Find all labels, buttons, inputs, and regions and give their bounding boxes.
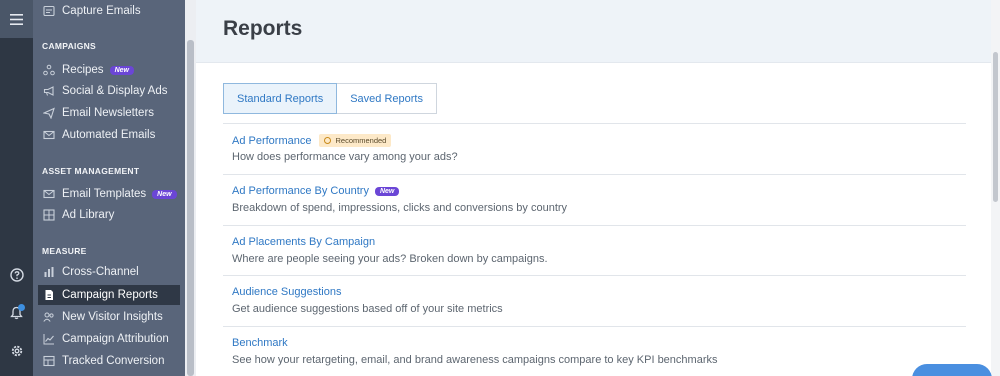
sidebar-item-capture-emails[interactable]: Capture Emails [33,1,185,21]
sidebar-item-label: Capture Emails [62,5,141,17]
sidebar-item-tracked-conversion[interactable]: Tracked Conversion [33,351,185,371]
sidebar-item-label: Email Templates [62,188,147,200]
table-icon [42,355,55,368]
sidebar-item-new-visitor-insights[interactable]: New Visitor Insights [33,307,185,327]
report-icon [42,289,55,302]
report-item[interactable]: Ad Performance By Country New Breakdown … [223,174,966,225]
envelope-icon [42,188,55,201]
report-item[interactable]: Benchmark See how your retargeting, emai… [223,326,966,376]
new-badge: New [109,65,134,75]
tab-saved-reports[interactable]: Saved Reports [337,83,437,114]
help-icon[interactable] [0,262,33,288]
sidebar-item-ad-library[interactable]: Ad Library [33,205,185,225]
sidebar-item-social-display-ads[interactable]: Social & Display Ads [33,81,185,101]
section-heading-campaigns: CAMPAIGNS [42,41,97,51]
sidebar-item-email-templates[interactable]: Email Templates New [33,184,185,204]
sidebar-item-label: Recipes [62,64,104,76]
sidebar-item-label: Automated Emails [62,129,156,141]
report-title-link[interactable]: Audience Suggestions [232,286,341,298]
sidebar-item-automated-emails[interactable]: Automated Emails [33,125,185,145]
help-chat-button[interactable] [912,364,992,376]
sidebar: Capture Emails CAMPAIGNS Recipes New Soc… [33,0,185,376]
menu-toggle[interactable] [0,0,33,38]
report-description: See how your retargeting, email, and bra… [232,354,718,366]
main-content: Reports Standard Reports Saved Reports A… [196,0,991,376]
report-title-link[interactable]: Ad Placements By Campaign [232,236,375,248]
report-description: Breakdown of spend, impressions, clicks … [232,202,568,214]
report-title-link[interactable]: Ad Performance [232,135,311,147]
grid-icon [42,209,55,222]
megaphone-icon [42,85,55,98]
main-scrollbar[interactable] [991,0,1000,376]
report-item[interactable]: Audience Suggestions Get audience sugges… [223,275,966,326]
report-description: How does performance vary among your ads… [232,151,458,163]
sidebar-item-email-newsletters[interactable]: Email Newsletters [33,103,185,123]
sidebar-item-cross-channel[interactable]: Cross-Channel [33,262,185,282]
sidebar-item-label: Tracked Conversion [62,355,165,367]
page-title: Reports [223,17,303,40]
report-title-link[interactable]: Benchmark [232,337,288,349]
new-badge: New [374,186,400,196]
sidebar-item-label: Social & Display Ads [62,85,168,97]
recommended-icon [324,137,332,144]
sidebar-item-campaign-reports[interactable]: Campaign Reports [38,285,180,305]
report-item[interactable]: Ad Placements By Campaign Where are peop… [223,225,966,275]
sidebar-item-label: Cross-Channel [62,266,139,278]
sidebar-item-campaign-attribution[interactable]: Campaign Attribution [33,329,185,349]
sidebar-item-recipes[interactable]: Recipes New [33,60,185,80]
bar-chart-icon [42,266,55,279]
report-item[interactable]: Ad Performance Recommended How does perf… [223,123,966,174]
envelope-icon [42,129,55,142]
page-header: Reports [196,0,991,63]
section-heading-asset-management: ASSET MANAGEMENT [42,166,140,176]
sidebar-scrollbar-thumb[interactable] [187,40,194,376]
section-heading-measure: MEASURE [42,246,87,256]
report-title-link[interactable]: Ad Performance By Country [232,185,369,197]
sidebar-item-label: New Visitor Insights [62,311,163,323]
new-badge: New [152,189,177,199]
bell-icon[interactable] [0,300,33,326]
sidebar-item-label: Email Newsletters [62,107,155,119]
sidebar-item-label: Campaign Reports [62,289,158,301]
settings-icon[interactable] [0,338,33,364]
form-icon [42,5,55,18]
report-description: Where are people seeing your ads? Broken… [232,253,548,265]
line-chart-icon [42,333,55,346]
sidebar-item-label: Ad Library [62,209,115,221]
paper-plane-icon [42,107,55,120]
sidebar-item-label: Campaign Attribution [62,333,169,345]
notification-dot [18,304,25,311]
users-icon [42,311,55,324]
report-description: Get audience suggestions based off of yo… [232,303,503,315]
icon-rail [0,0,33,376]
tab-standard-reports[interactable]: Standard Reports [223,83,338,114]
recipes-icon [42,64,55,77]
sidebar-scrollbar[interactable] [185,0,196,376]
main-scrollbar-thumb[interactable] [993,52,998,202]
report-tabs: Standard Reports Saved Reports [223,83,437,114]
recommended-badge: Recommended [319,134,392,147]
hamburger-menu-icon[interactable] [0,6,33,32]
